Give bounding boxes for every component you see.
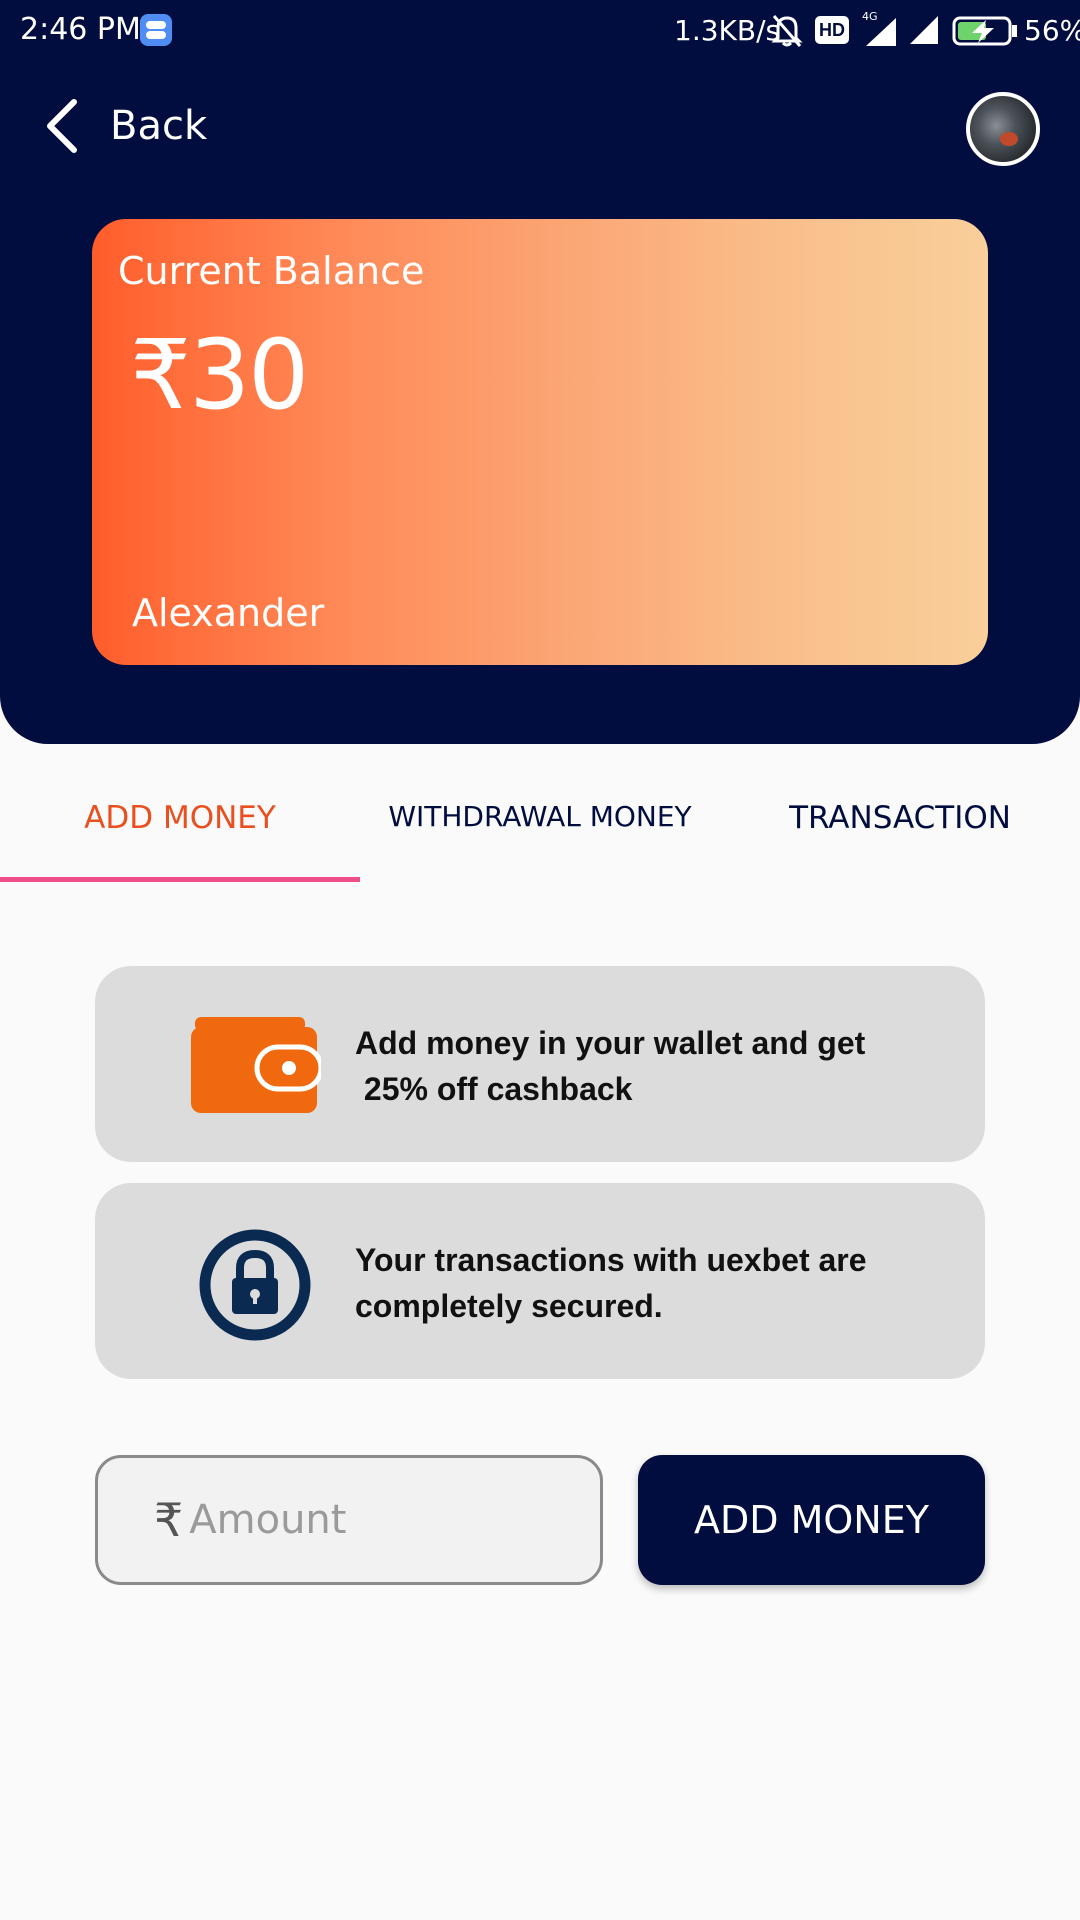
amount-input[interactable] <box>189 1497 550 1543</box>
balance-amount: ₹30 <box>130 319 309 431</box>
tab-bar: ADD MONEY WITHDRAWAL MONEY TRANSACTION <box>0 760 1080 882</box>
bell-muted-icon <box>771 15 803 47</box>
battery-percent: 56% <box>1024 14 1080 47</box>
cashback-line-1: Add money in your wallet and get <box>355 1025 866 1061</box>
chevron-left-icon <box>47 99 77 153</box>
balance-card: Current Balance ₹30 Alexander <box>92 219 988 665</box>
status-time: 2:46 PM <box>20 12 141 47</box>
amount-field[interactable]: ₹ <box>95 1455 603 1585</box>
cashback-info-text: Add money in your wallet and get 25% off… <box>355 1020 955 1112</box>
toggle-app-icon <box>140 14 172 46</box>
tab-indicator <box>0 877 360 882</box>
security-line-2: completely secured. <box>355 1288 663 1324</box>
security-info-card: Your transactions with uexbet are comple… <box>95 1183 985 1379</box>
add-money-button[interactable]: ADD MONEY <box>638 1455 985 1585</box>
lock-icon <box>199 1229 311 1341</box>
signal-icon <box>910 16 938 44</box>
security-line-1: Your transactions with uexbet are <box>355 1242 867 1278</box>
account-holder-name: Alexander <box>132 591 325 635</box>
tab-withdrawal-money[interactable]: WITHDRAWAL MONEY <box>360 800 720 860</box>
security-info-text: Your transactions with uexbet are comple… <box>355 1237 955 1329</box>
avatar[interactable] <box>966 92 1040 166</box>
cashback-line-2: 25% off cashback <box>355 1071 633 1107</box>
tab-transaction[interactable]: TRANSACTION <box>720 800 1080 860</box>
status-bar: 2:46 PM 1.3KB/s HD 4G 56% <box>0 0 1080 64</box>
balance-label: Current Balance <box>118 249 425 293</box>
tab-add-money[interactable]: ADD MONEY <box>0 800 360 860</box>
svg-text:4G: 4G <box>862 10 878 23</box>
cashback-info-card: Add money in your wallet and get 25% off… <box>95 966 985 1162</box>
status-net-speed: 1.3KB/s <box>674 14 781 47</box>
wallet-icon <box>191 1017 321 1113</box>
header: 2:46 PM 1.3KB/s HD 4G 56% Back <box>0 0 1080 744</box>
rupee-icon: ₹ <box>154 1493 184 1547</box>
battery-charging-icon <box>952 16 1017 46</box>
back-button[interactable]: Back <box>40 96 220 156</box>
signal-4g-icon: 4G <box>862 10 896 46</box>
hd-badge: HD <box>815 16 849 44</box>
back-label: Back <box>110 103 208 149</box>
